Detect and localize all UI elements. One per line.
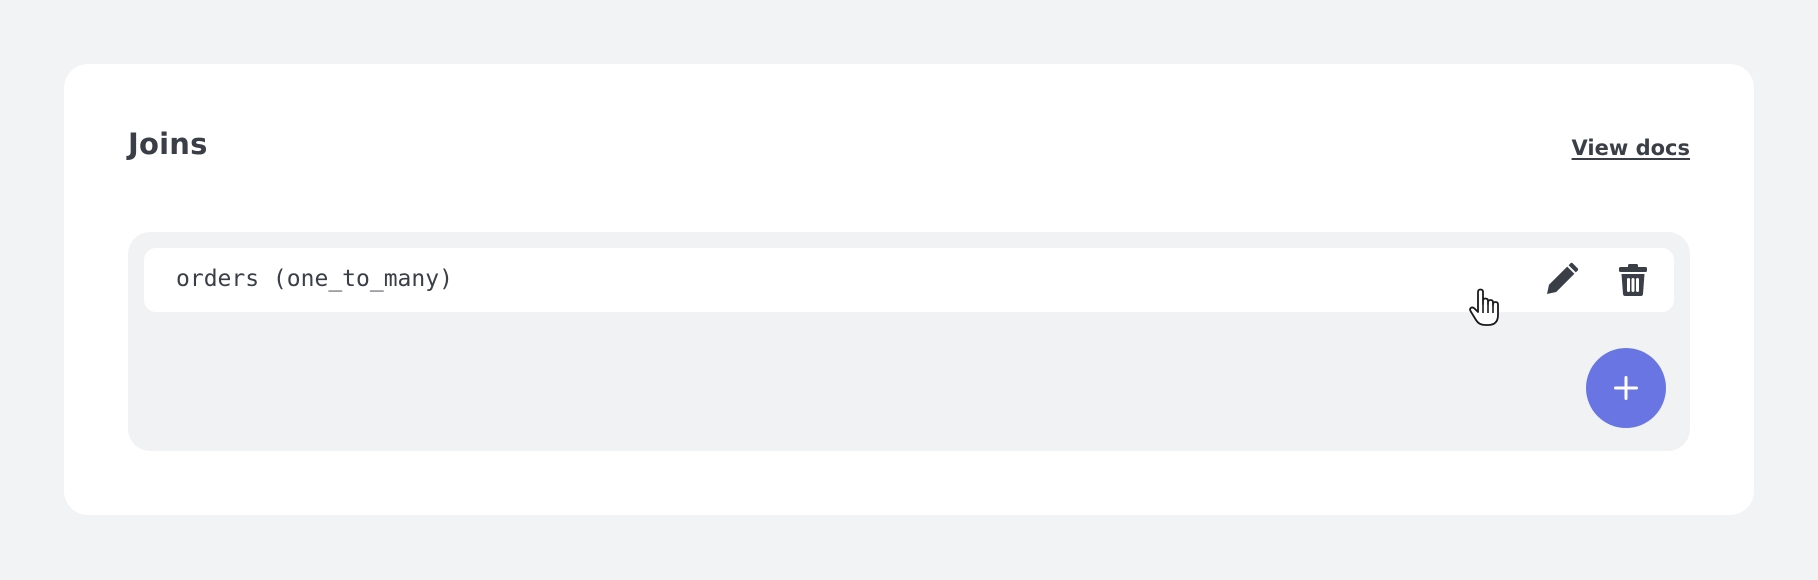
hand-cursor-icon <box>1469 288 1499 326</box>
delete-join-button[interactable] <box>1615 262 1651 298</box>
view-docs-link[interactable]: View docs <box>1572 136 1690 160</box>
edit-join-button[interactable] <box>1543 262 1579 298</box>
join-item-label: orders (one_to_many) <box>176 266 453 292</box>
add-join-button[interactable] <box>1586 348 1666 428</box>
pencil-icon <box>1547 262 1579 294</box>
section-title: Joins <box>128 127 208 161</box>
joins-list: orders (one_to_many) <box>128 232 1690 451</box>
join-item: orders (one_to_many) <box>144 248 1674 312</box>
trash-icon <box>1619 264 1647 296</box>
plus-icon <box>1614 376 1638 400</box>
